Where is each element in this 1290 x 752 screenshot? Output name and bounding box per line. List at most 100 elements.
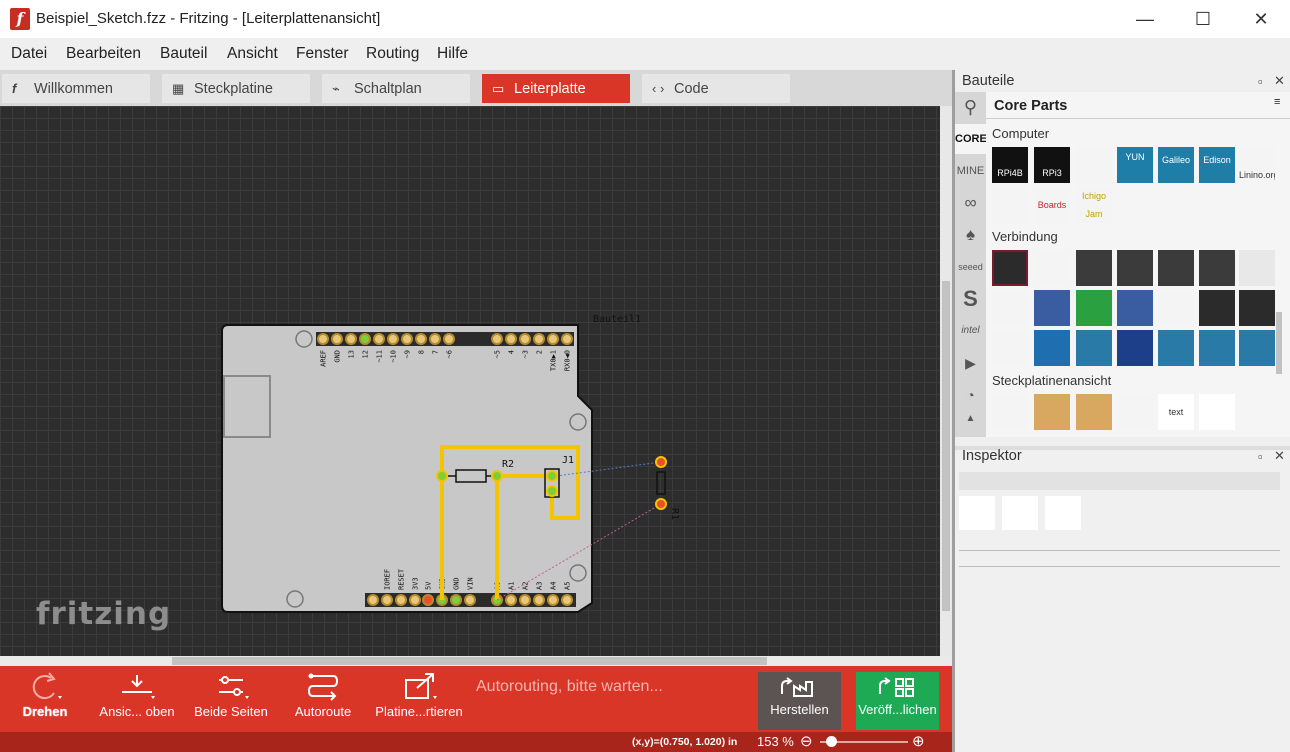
share-button[interactable]: Veröff...lichen: [856, 672, 939, 730]
bin-scrollbar-thumb[interactable]: [1276, 312, 1282, 374]
header-pin[interactable]: [387, 333, 399, 345]
header-pin[interactable]: [464, 594, 476, 606]
produce-button[interactable]: Herstellen: [758, 672, 841, 730]
r2-pad[interactable]: [436, 470, 448, 482]
part-arduino-shield[interactable]: [1076, 330, 1112, 366]
part-green-terminal[interactable]: [1076, 290, 1112, 326]
part-usb-a[interactable]: [1158, 290, 1194, 326]
arduino-bin-icon[interactable]: ∞: [955, 188, 986, 218]
part-arduino-yun[interactable]: YUN: [1117, 147, 1153, 183]
part-edison[interactable]: Edison: [1199, 147, 1235, 183]
arduino-board[interactable]: [221, 324, 593, 613]
part-rpi4b[interactable]: RPi4B: [992, 147, 1028, 183]
part-boards[interactable]: Boards: [1034, 187, 1070, 223]
menu-fenster[interactable]: Fenster: [296, 45, 349, 63]
part-screw-terminal[interactable]: [992, 290, 1028, 326]
menu-ansicht[interactable]: Ansicht: [227, 45, 278, 63]
header-pin[interactable]: [533, 594, 545, 606]
r1-pad[interactable]: [655, 456, 667, 468]
float-icon[interactable]: ▫: [1258, 74, 1263, 89]
header-pin[interactable]: [373, 333, 385, 345]
part-text[interactable]: text: [1158, 394, 1194, 430]
part-beaglebone[interactable]: [1076, 147, 1112, 183]
r1-pad[interactable]: [655, 498, 667, 510]
part-db9[interactable]: [1117, 290, 1153, 326]
header-pin[interactable]: [422, 594, 434, 606]
header-pin[interactable]: [450, 594, 462, 606]
canvas-horizontal-scrollbar[interactable]: [0, 656, 952, 666]
r1-resistor[interactable]: [656, 471, 666, 495]
menu-datei[interactable]: Datei: [11, 45, 47, 63]
part-ichigojam[interactable]: Ichigo Jam: [1076, 187, 1112, 223]
header-pin[interactable]: [367, 594, 379, 606]
scrollbar-thumb[interactable]: [172, 657, 767, 665]
pcb-drawing[interactable]: AREF GND 13 12 ~11 ~10 ~9 8 7 ~6 ~5 4 ~3 2 TX0▶1 RX0◀0 …: [0, 106, 940, 656]
part-galileo[interactable]: Galileo: [1158, 147, 1194, 183]
minimize-button[interactable]: —: [1116, 0, 1174, 38]
header-pin[interactable]: [547, 594, 559, 606]
part-strip[interactable]: [1239, 330, 1275, 366]
header-pin[interactable]: [395, 594, 407, 606]
header-pin[interactable]: [345, 333, 357, 345]
scroll-up-icon[interactable]: ▲: [955, 404, 986, 434]
part-rpi3[interactable]: RPi3: [1034, 147, 1070, 183]
header-pin[interactable]: [505, 594, 517, 606]
play-bin-icon[interactable]: ▶: [955, 348, 986, 378]
header-pin[interactable]: [505, 333, 517, 345]
header-pin[interactable]: [443, 333, 455, 345]
header-pin[interactable]: [359, 333, 371, 345]
part-xbee[interactable]: [1034, 330, 1070, 366]
header-pin[interactable]: [409, 594, 421, 606]
pcb-canvas[interactable]: AREF GND 13 12 ~11 ~10 ~9 8 7 ~6 ~5 4 ~3 2 TX0▶1 RX0◀0 …: [0, 106, 940, 656]
autoroute-button[interactable]: Autoroute: [286, 666, 360, 732]
header-pin[interactable]: [381, 594, 393, 606]
header-pin[interactable]: [317, 333, 329, 345]
header-pin[interactable]: [519, 594, 531, 606]
header-pin[interactable]: [415, 333, 427, 345]
close-button[interactable]: ✕: [1232, 0, 1290, 38]
header-pin[interactable]: [519, 333, 531, 345]
header-pin[interactable]: [331, 333, 343, 345]
r2-pad[interactable]: [491, 470, 503, 482]
part-jumper[interactable]: [992, 250, 1028, 286]
part-breadboard[interactable]: [992, 394, 1028, 430]
part-dots-board[interactable]: [992, 187, 1028, 223]
rotate-button[interactable]: Drehen: [10, 666, 80, 732]
both-sides-button[interactable]: Beide Seiten: [190, 666, 272, 732]
export-pcb-button[interactable]: Platine...rtieren: [374, 666, 464, 732]
part-rj-connector[interactable]: [1158, 250, 1194, 286]
header-pin[interactable]: [547, 333, 559, 345]
part-breadboard-mini[interactable]: [1117, 394, 1153, 430]
sparkfun-bin-icon[interactable]: ♠: [955, 220, 986, 250]
menu-bauteil[interactable]: Bauteil: [160, 45, 207, 63]
menu-bearbeiten[interactable]: Bearbeiten: [66, 45, 141, 63]
part-din[interactable]: [1199, 290, 1235, 326]
part-esp-module[interactable]: [1117, 330, 1153, 366]
menu-routing[interactable]: Routing: [366, 45, 419, 63]
header-pin[interactable]: [561, 333, 573, 345]
header-pin[interactable]: [401, 333, 413, 345]
zoom-out-icon[interactable]: ⊖: [800, 732, 813, 750]
header-pin[interactable]: [491, 333, 503, 345]
scrollbar-thumb[interactable]: [942, 281, 950, 611]
snootlab-bin-icon[interactable]: S: [955, 284, 986, 314]
close-icon[interactable]: ✕: [1274, 73, 1285, 89]
bin-tab-core[interactable]: CORE: [955, 124, 987, 154]
tab-leiterplatte[interactable]: ▭ Leiterplatte: [482, 74, 630, 103]
part-dip-switch[interactable]: [1034, 290, 1070, 326]
close-icon[interactable]: ✕: [1274, 448, 1285, 464]
maximize-button[interactable]: ☐: [1174, 0, 1232, 38]
j1-pad[interactable]: [546, 470, 558, 482]
zoom-in-icon[interactable]: ⊕: [912, 732, 925, 750]
canvas-vertical-scrollbar[interactable]: [940, 106, 952, 656]
tab-willkommen[interactable]: f Willkommen: [2, 74, 150, 103]
part-arduino-mega[interactable]: [1158, 330, 1194, 366]
part-perfboard-brown[interactable]: [1034, 394, 1070, 430]
header-pin[interactable]: [533, 333, 545, 345]
inspector-title-field[interactable]: [959, 472, 1280, 490]
float-icon[interactable]: ▫: [1258, 449, 1263, 464]
intel-bin-icon[interactable]: intel: [955, 316, 986, 346]
part-power-jack[interactable]: [1199, 250, 1235, 286]
part-linino[interactable]: Linino.org: [1239, 147, 1275, 183]
part-dc-jack[interactable]: [1076, 250, 1112, 286]
